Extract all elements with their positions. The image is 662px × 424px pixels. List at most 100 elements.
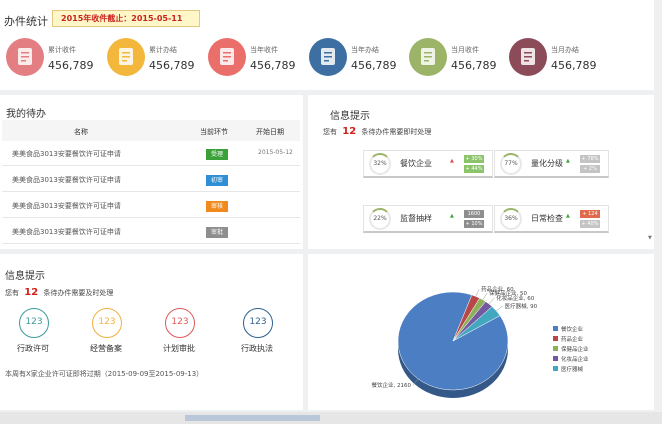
count-ring[interactable]: 123 bbox=[92, 308, 122, 338]
ring-label[interactable]: 经营备案 bbox=[90, 343, 122, 354]
license-expiry-notice: 本周有X家企业许可证即将过期（2015-09-09至2015-09-13） bbox=[5, 370, 204, 378]
todo-item-name[interactable]: 美美食品3013安要餐饮许可证申请 bbox=[12, 227, 121, 237]
metric-card[interactable]: 36% 日常检查 ▲ + 124 + 40% bbox=[494, 205, 609, 233]
stat-card[interactable]: 当年收件 456,789 bbox=[208, 38, 308, 78]
legend-label[interactable]: 保健品企业 bbox=[561, 345, 589, 353]
metric-card[interactable]: 32% 餐饮企业 ▲ + 30% + 44% bbox=[363, 150, 493, 178]
stat-label: 累计收件 bbox=[48, 46, 76, 54]
todo-item-name[interactable]: 美美食品3013安要餐饮许可证申请 bbox=[12, 175, 121, 185]
pie-chart-panel: 餐饮企业, 2160 药品企业, 60 保健品企业, 50 化妆品企业, 60 医疗器械… bbox=[308, 254, 654, 410]
pie-data-label: 化妆品企业, 60 bbox=[496, 294, 534, 302]
todo-row[interactable]: 美美食品3013安要餐饮许可证申请 审核 bbox=[2, 193, 300, 218]
legend-label[interactable]: 药品企业 bbox=[561, 335, 584, 343]
stats-panel: 办件统计 2015年收件截止：2015-05-11 累计收件 456,789 累计办… bbox=[0, 0, 654, 90]
todo-row[interactable]: 美美食品3013安要餐饮许可证申请 审批 bbox=[2, 219, 300, 244]
progress-ring: 36% bbox=[500, 208, 522, 230]
metric-chip: + 124 bbox=[580, 210, 600, 218]
todo-item-name[interactable]: 美美食品3013安要餐饮许可证申请 bbox=[12, 201, 121, 211]
monitor-check-icon bbox=[309, 38, 347, 76]
pending-notice: 您有 12 条待办件需要即时处理 bbox=[323, 126, 431, 137]
pending-count-2[interactable]: 12 bbox=[24, 287, 38, 298]
trend-arrow-icon: ▲ bbox=[450, 158, 454, 164]
count-ring[interactable]: 123 bbox=[19, 308, 49, 338]
todo-item-date: 2015-05-12 bbox=[258, 149, 293, 156]
horizontal-scrollbar[interactable] bbox=[0, 412, 662, 424]
stat-card[interactable]: 当年办结 456,789 bbox=[309, 38, 409, 78]
metric-chip: + 78% bbox=[580, 155, 600, 163]
metric-name: 日常检查 bbox=[531, 214, 563, 223]
scrollbar-thumb[interactable] bbox=[185, 415, 320, 421]
todo-panel: 我的待办 名称 当前环节 开始日期 美美食品3013安要餐饮许可证申请 受理 201… bbox=[0, 95, 303, 249]
metric-chip: 1600 bbox=[464, 210, 484, 218]
col-stage: 当前环节 bbox=[200, 128, 228, 136]
col-date: 开始日期 bbox=[256, 128, 284, 136]
label-leader-line bbox=[496, 305, 503, 312]
stage-badge: 初审 bbox=[206, 175, 228, 186]
stat-label: 当月收件 bbox=[451, 46, 479, 54]
stat-value: 456,789 bbox=[250, 59, 296, 72]
ring-label[interactable]: 行政执法 bbox=[241, 343, 273, 354]
stat-value: 456,789 bbox=[451, 59, 497, 72]
label-leader-line bbox=[488, 297, 495, 305]
metric-card[interactable]: 22% 监督抽样 ▲ 1600 + 10% bbox=[363, 205, 493, 233]
stat-card[interactable]: 累计办结 456,789 bbox=[107, 38, 207, 78]
stats-title: 办件统计 bbox=[4, 15, 48, 28]
count-ring[interactable]: 123 bbox=[243, 308, 273, 338]
notice-suffix-2: 条待办件需要及时处理 bbox=[43, 289, 114, 297]
stage-badge: 受理 bbox=[206, 149, 228, 160]
stat-card[interactable]: 当月办结 456,789 bbox=[509, 38, 609, 78]
progress-ring: 77% bbox=[500, 153, 522, 175]
stat-value: 456,789 bbox=[551, 59, 597, 72]
stat-label: 当年收件 bbox=[250, 46, 278, 54]
cabinet-icon bbox=[208, 38, 246, 76]
calendar-icon bbox=[409, 38, 447, 76]
legend-label[interactable]: 化妆品企业 bbox=[561, 355, 589, 363]
stat-value: 456,789 bbox=[351, 59, 397, 72]
legend-swatch bbox=[553, 326, 558, 331]
legend-swatch bbox=[553, 356, 558, 361]
legend-label[interactable]: 医疗器械 bbox=[561, 365, 584, 373]
trend-arrow-icon: ▲ bbox=[450, 213, 454, 219]
stat-label: 当月办结 bbox=[551, 46, 579, 54]
todo-row[interactable]: 美美食品3013安要餐饮许可证申请 受理 2015-05-12 bbox=[2, 141, 300, 166]
stat-label: 累计办结 bbox=[149, 46, 177, 54]
info-hint-panel: 信息提示 您有 12 条待办件需要即时处理 32% 餐饮企业 ▲ + 30% + 44%… bbox=[308, 95, 654, 249]
ring-label[interactable]: 行政许可 bbox=[17, 343, 49, 354]
stack-icon bbox=[107, 38, 145, 76]
todo-row[interactable]: 美美食品3013安要餐饮许可证申请 初审 bbox=[2, 167, 300, 192]
ring-label[interactable]: 计划审批 bbox=[163, 343, 195, 354]
metric-chip: + 2% bbox=[580, 165, 600, 173]
stat-value: 456,789 bbox=[48, 59, 94, 72]
stat-card[interactable]: 当月收件 456,789 bbox=[409, 38, 509, 78]
info-hint-title-2: 信息提示 bbox=[5, 271, 45, 282]
todo-item-name[interactable]: 美美食品3013安要餐饮许可证申请 bbox=[12, 149, 121, 159]
metric-chip: + 30% bbox=[464, 155, 484, 163]
notice-prefix-2: 您有 bbox=[5, 289, 19, 297]
stat-value: 456,789 bbox=[149, 59, 195, 72]
stat-label: 当年办结 bbox=[351, 46, 379, 54]
col-name: 名称 bbox=[74, 128, 88, 136]
inbox-icon bbox=[6, 38, 44, 76]
legend-label[interactable]: 餐饮企业 bbox=[561, 325, 584, 333]
stat-card[interactable]: 累计收件 456,789 bbox=[6, 38, 106, 78]
metric-name: 餐饮企业 bbox=[400, 159, 432, 168]
todo-title: 我的待办 bbox=[6, 109, 46, 120]
stage-badge: 审核 bbox=[206, 201, 228, 212]
label-leader-line bbox=[482, 292, 488, 300]
pending-notice-2: 您有 12 条待办件需要及时处理 bbox=[5, 287, 113, 298]
stage-badge: 审批 bbox=[206, 227, 228, 238]
info-hint-title: 信息提示 bbox=[330, 111, 370, 122]
scroll-down-icon[interactable]: ▼ bbox=[648, 235, 653, 241]
count-ring[interactable]: 123 bbox=[165, 308, 195, 338]
notice-prefix: 您有 bbox=[323, 128, 337, 136]
metric-name: 监督抽样 bbox=[400, 214, 432, 223]
metric-chip: + 44% bbox=[464, 165, 484, 173]
document-icon bbox=[509, 38, 547, 76]
pie-data-label: 餐饮企业, 2160 bbox=[372, 381, 412, 389]
legend-swatch bbox=[553, 336, 558, 341]
pending-count[interactable]: 12 bbox=[342, 126, 356, 137]
legend-swatch bbox=[553, 366, 558, 371]
legend-swatch bbox=[553, 346, 558, 351]
metric-card[interactable]: 77% 量化分级 ▲ + 78% + 2% bbox=[494, 150, 609, 178]
notice-suffix: 条待办件需要即时处理 bbox=[361, 128, 432, 136]
